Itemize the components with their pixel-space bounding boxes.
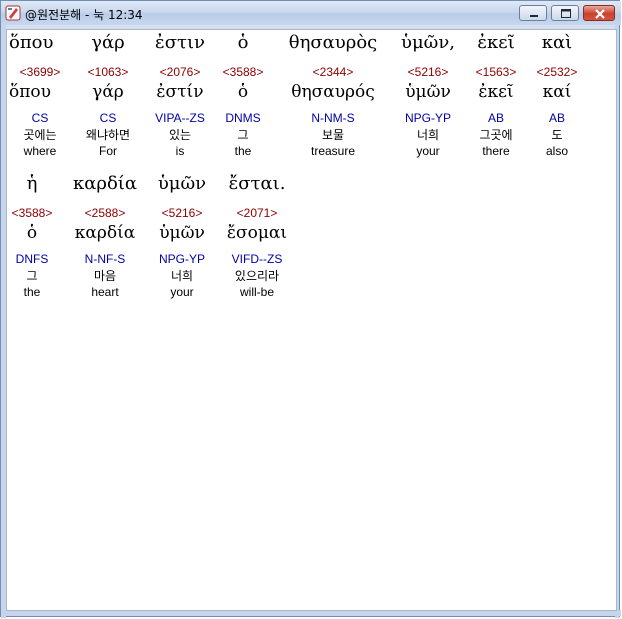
lemma-word: ὁ bbox=[26, 223, 38, 243]
parse-code[interactable]: AB bbox=[461, 110, 531, 126]
lemma-word: γάρ bbox=[92, 82, 124, 102]
english-gloss: the bbox=[234, 144, 252, 158]
lemma-word: ὁ bbox=[237, 82, 249, 102]
strong-number[interactable]: <1063> bbox=[73, 64, 143, 80]
lemma-word: ὑμῶν bbox=[405, 82, 451, 102]
korean-gloss: 도 bbox=[551, 128, 563, 142]
strong-number[interactable]: <2344> bbox=[278, 64, 388, 80]
korean-gloss: 너희 bbox=[170, 269, 194, 283]
interlinear-panel: ὅπου <3699> ὅπου CS 곳에는 where γάρ <1063>… bbox=[6, 29, 617, 611]
korean-gloss: 너희 bbox=[416, 128, 440, 142]
strong-number[interactable]: <1563> bbox=[461, 64, 531, 80]
korean-gloss: 그 bbox=[26, 269, 38, 283]
strong-number[interactable]: <5216> bbox=[147, 205, 217, 221]
english-gloss: For bbox=[99, 144, 117, 158]
lemma-word: καί bbox=[542, 82, 572, 102]
word-column-hymon[interactable]: ὑμῶν, <5216> ὑμῶν NPG-YP 너희 your bbox=[393, 30, 463, 160]
maximize-button[interactable] bbox=[551, 5, 579, 21]
word-column-he[interactable]: ἡ <3588> ὁ DNFS 그 the bbox=[7, 171, 67, 301]
app-icon bbox=[5, 5, 21, 21]
greek-word: ὑμῶν, bbox=[401, 32, 455, 53]
maximize-icon bbox=[561, 9, 571, 18]
parse-code[interactable]: DNMS bbox=[208, 110, 278, 126]
greek-word: καὶ bbox=[541, 32, 573, 53]
word-column-thesauros[interactable]: θησαυρὸς <2344> θησαυρός N-NM-S 보물 treas… bbox=[278, 30, 388, 160]
title-bar[interactable]: @원전분해 - 눅 12:34 bbox=[1, 1, 621, 25]
lemma-word: ὅπου bbox=[9, 82, 51, 102]
english-gloss: your bbox=[170, 285, 194, 299]
korean-gloss: 마음 bbox=[93, 269, 117, 283]
parse-code[interactable]: VIPA--ZS bbox=[145, 110, 215, 126]
korean-gloss: 있는 bbox=[168, 128, 192, 142]
strong-number[interactable]: <2076> bbox=[145, 64, 215, 80]
word-column-estin[interactable]: ἐστιν <2076> ἐστίν VIPA--ZS 있는 is bbox=[145, 30, 215, 160]
word-column-hopou[interactable]: ὅπου <3699> ὅπου CS 곳에는 where bbox=[7, 30, 73, 170]
korean-gloss: 그 bbox=[237, 128, 249, 142]
word-column-ekei[interactable]: ἐκεῖ <1563> ἐκεῖ AB 그곳에 there bbox=[461, 30, 531, 160]
greek-word: ὁ bbox=[237, 32, 249, 53]
greek-word: καρδία bbox=[72, 173, 138, 194]
parse-code[interactable]: NPG-YP bbox=[147, 251, 217, 267]
strong-number[interactable]: <5216> bbox=[393, 64, 463, 80]
greek-word: ἐστιν bbox=[155, 32, 205, 53]
english-gloss: the bbox=[23, 285, 41, 299]
parse-code[interactable]: DNFS bbox=[7, 251, 67, 267]
parse-code[interactable]: CS bbox=[73, 110, 143, 126]
greek-word: ὑμῶν bbox=[157, 173, 207, 194]
app-window: @원전분해 - 눅 12:34 ὅπου <3699> ὅπου CS 곳에는 … bbox=[0, 0, 621, 618]
english-gloss: is bbox=[175, 144, 185, 158]
lemma-word: ἐστίν bbox=[156, 82, 204, 102]
parse-code[interactable]: AB bbox=[522, 110, 592, 126]
greek-word: ὅπου bbox=[9, 32, 54, 53]
word-column-kai[interactable]: καὶ <2532> καί AB 도 also bbox=[522, 30, 592, 160]
minimize-icon bbox=[530, 15, 538, 17]
parse-code[interactable]: CS bbox=[7, 110, 73, 126]
korean-gloss: 그곳에 bbox=[479, 128, 513, 142]
parse-code[interactable]: N-NF-S bbox=[65, 251, 145, 267]
close-button[interactable] bbox=[583, 5, 615, 21]
parse-code[interactable]: NPG-YP bbox=[393, 110, 463, 126]
strong-number[interactable]: <2071> bbox=[222, 205, 292, 221]
strong-number[interactable]: <2532> bbox=[522, 64, 592, 80]
lemma-word: ἐκεῖ bbox=[478, 82, 514, 102]
english-gloss: treasure bbox=[310, 144, 356, 158]
strong-number[interactable]: <3699> bbox=[7, 64, 73, 80]
greek-word: θησαυρὸς bbox=[288, 32, 378, 53]
parse-code[interactable]: N-NM-S bbox=[278, 110, 388, 126]
close-icon bbox=[595, 9, 605, 19]
word-column-hymon-2[interactable]: ὑμῶν <5216> ὑμῶν NPG-YP 너희 your bbox=[147, 171, 217, 301]
english-gloss: will-be bbox=[239, 285, 274, 299]
english-gloss: there bbox=[482, 144, 510, 158]
english-gloss: your bbox=[416, 144, 440, 158]
strong-number[interactable]: <2588> bbox=[65, 205, 145, 221]
word-column-kardia[interactable]: καρδία <2588> καρδία N-NF-S 마음 heart bbox=[65, 171, 145, 301]
english-gloss: heart bbox=[91, 285, 119, 299]
parse-code[interactable]: VIFD--ZS bbox=[222, 251, 292, 267]
english-gloss: where bbox=[23, 144, 57, 158]
greek-word: γάρ bbox=[91, 32, 125, 53]
strong-number[interactable]: <3588> bbox=[208, 64, 278, 80]
lemma-word: ὑμῶν bbox=[159, 223, 205, 243]
lemma-word: θησαυρός bbox=[291, 82, 375, 102]
word-column-ho[interactable]: ὁ <3588> ὁ DNMS 그 the bbox=[208, 30, 278, 160]
strong-number[interactable]: <3588> bbox=[7, 205, 67, 221]
word-column-estai[interactable]: ἔσται. <2071> ἔσομαι VIFD--ZS 있으리라 will-… bbox=[222, 171, 292, 301]
korean-gloss: 곳에는 bbox=[23, 128, 57, 142]
greek-word: ἐκεῖ bbox=[477, 32, 515, 53]
window-title: @원전분해 - 눅 12:34 bbox=[25, 8, 143, 22]
greek-word: ἔσται. bbox=[228, 173, 286, 194]
english-gloss: also bbox=[545, 144, 568, 158]
word-column-gar[interactable]: γάρ <1063> γάρ CS 왜냐하면 For bbox=[73, 30, 143, 160]
minimize-button[interactable] bbox=[519, 5, 547, 21]
korean-gloss: 보물 bbox=[321, 128, 345, 142]
lemma-word: καρδία bbox=[74, 223, 136, 243]
greek-word: ἡ bbox=[26, 173, 38, 194]
lemma-word: ἔσομαι bbox=[226, 223, 288, 243]
korean-gloss: 있으리라 bbox=[234, 269, 280, 283]
korean-gloss: 왜냐하면 bbox=[85, 128, 131, 142]
